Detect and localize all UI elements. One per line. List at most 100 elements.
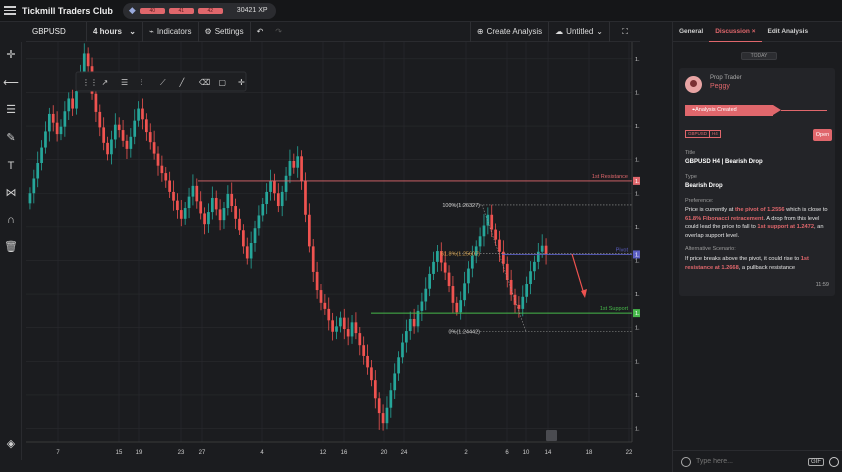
- trash-icon[interactable]: 🗑: [3, 239, 19, 255]
- candle-body: [315, 271, 319, 291]
- x-tick-label: 19: [136, 450, 143, 456]
- candle-body: [513, 294, 517, 305]
- candle-body: [183, 208, 187, 219]
- y-tick-label: 1.26500: [635, 191, 640, 197]
- candle-body: [443, 262, 447, 273]
- open-button[interactable]: Open: [813, 129, 832, 141]
- candle-body: [451, 286, 455, 303]
- candle-body: [82, 53, 86, 73]
- candle-body: [195, 185, 199, 202]
- indicators-button[interactable]: ⌁ Indicators: [143, 22, 198, 42]
- y-tick-label: 1.23500: [635, 393, 640, 399]
- settings-label: Settings: [214, 27, 244, 36]
- candle-body: [156, 153, 160, 166]
- y-tick-label: 1.28000: [635, 90, 640, 96]
- candle-body: [459, 300, 463, 313]
- floating-tool-icon: ↗: [102, 78, 109, 87]
- smiley-icon[interactable]: [681, 456, 691, 467]
- create-analysis-button[interactable]: ⊕ Create Analysis: [471, 22, 548, 42]
- candle-body: [160, 165, 164, 174]
- tag-symbol: GBPUSD: [685, 130, 711, 138]
- candle-body: [44, 131, 47, 148]
- tab-discussion[interactable]: Discussion ×: [709, 22, 762, 42]
- title-label: Title: [685, 150, 696, 156]
- candle-body: [529, 271, 532, 285]
- settings-button[interactable]: ⚙ Settings: [199, 22, 250, 42]
- price-tag-label: 1.25590: [635, 252, 640, 258]
- fullscreen-button[interactable]: ⛶: [610, 22, 640, 42]
- price-chart[interactable]: 1.28500 1.28000 1.27500 1.27000 1.26500 1.260…: [26, 42, 655, 460]
- candle-body: [253, 228, 257, 244]
- candle-body: [63, 111, 67, 127]
- chart-svg[interactable]: 1.28500 1.28000 1.27500 1.27000 1.26500 1.260…: [26, 42, 655, 460]
- candle-body: [238, 218, 241, 231]
- gif-button[interactable]: GIF: [808, 457, 824, 466]
- candle-body: [210, 197, 214, 213]
- magnet-icon[interactable]: ∩: [3, 212, 19, 228]
- candle-body: [463, 283, 466, 301]
- candle-body: [257, 215, 261, 229]
- candle-body: [331, 320, 334, 332]
- candle-body: [354, 322, 358, 334]
- layers-icon[interactable]: ◈: [3, 436, 19, 452]
- brush-icon[interactable]: ✎: [3, 130, 19, 146]
- candle-body: [292, 160, 296, 168]
- price-tag-label: 1.24717: [635, 311, 640, 317]
- candle-body: [432, 261, 435, 274]
- trendline-icon[interactable]: ⟵: [3, 75, 19, 91]
- candle-body: [478, 236, 482, 247]
- fib-label: 0%(1.24442): [449, 330, 481, 336]
- candle-body: [117, 124, 121, 131]
- tab-edit-analysis[interactable]: Edit Analysis: [762, 22, 815, 42]
- candle-body: [75, 91, 78, 109]
- status-badge: ⌖Analysis Created: [685, 105, 773, 116]
- emoji-icon[interactable]: [829, 456, 839, 467]
- x-tick-label: 4: [260, 450, 264, 456]
- tab-general[interactable]: General: [673, 22, 709, 42]
- level-badge: 40: [139, 7, 165, 14]
- candle-body: [280, 191, 284, 207]
- redo-button[interactable]: ↷: [269, 22, 288, 42]
- candle-body: [86, 53, 90, 67]
- alt-seg: , a pullback resistance: [738, 264, 796, 271]
- avatar[interactable]: [685, 76, 702, 93]
- symbol-search[interactable]: GBPUSD: [26, 22, 86, 42]
- y-tick-label: 1.26000: [635, 225, 640, 231]
- user-name[interactable]: Peggy: [710, 83, 730, 90]
- analysis-panel: General Discussion × Edit Analysis TODAY…: [672, 22, 842, 472]
- user-role: Prop Trader: [710, 75, 742, 81]
- indicators-label: Indicators: [156, 27, 192, 36]
- plus-circle-icon: ⊕: [476, 27, 484, 36]
- app-header: Tickmill Traders Club ◆ 40 41 42 30421 X…: [0, 0, 842, 22]
- timeframe-select[interactable]: 4 hours ⌄: [87, 22, 142, 42]
- candle-body: [234, 206, 237, 219]
- chart-toolbar: GBPUSD 4 hours ⌄ ⌁ Indicators ⚙ Settings…: [26, 21, 640, 42]
- candle-body: [540, 245, 544, 252]
- candle-body: [168, 180, 171, 192]
- crosshair-icon[interactable]: ✛: [3, 47, 19, 63]
- x-tick-label: 16: [341, 450, 348, 456]
- candle-body: [152, 142, 156, 154]
- text-icon[interactable]: T: [3, 158, 19, 174]
- candle-body: [245, 246, 249, 259]
- floating-tool-icon: ⌫: [199, 78, 210, 87]
- fib-icon[interactable]: ☰: [3, 102, 19, 118]
- candle-body: [408, 318, 412, 332]
- candle-body: [242, 230, 245, 247]
- fib-label: 61.8%(1.25607): [441, 251, 480, 257]
- candle-body: [350, 322, 354, 337]
- candle-body: [509, 279, 513, 295]
- message-input[interactable]: [696, 458, 796, 465]
- pattern-icon[interactable]: ⋈: [3, 185, 19, 201]
- candle-body: [346, 329, 350, 337]
- y-tick-label: 1.25500: [635, 258, 640, 264]
- candle-body: [498, 239, 501, 252]
- menu-icon[interactable]: [4, 6, 16, 15]
- candle-body: [102, 127, 106, 143]
- x-tick-label: 2: [464, 450, 468, 456]
- undo-button[interactable]: ↶: [251, 22, 270, 42]
- y-tick-label: 1.25000: [635, 292, 640, 298]
- layout-select[interactable]: ☁ Untitled ⌄: [549, 22, 609, 42]
- candle-body: [55, 122, 59, 135]
- candle-body: [385, 407, 389, 424]
